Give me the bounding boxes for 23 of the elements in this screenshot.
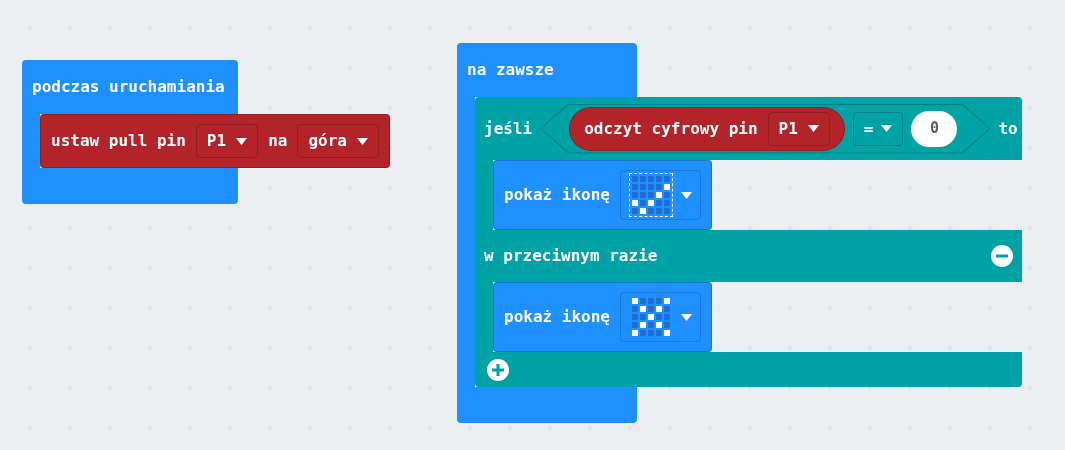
caret-icon: [807, 125, 819, 132]
number-field[interactable]: 0: [911, 110, 958, 147]
block-label: ustaw pull pin: [51, 130, 186, 152]
block-label: w przeciwnym razie: [484, 245, 658, 267]
block-label: na: [268, 130, 288, 152]
caret-icon: [680, 191, 692, 199]
block-label: na zawsze: [467, 59, 554, 81]
caret-icon: [356, 137, 368, 145]
add-icon[interactable]: [486, 357, 510, 382]
block-label: pokaż ikonę: [504, 306, 610, 328]
block-label: to: [998, 117, 1018, 140]
dropdown-field[interactable]: P1: [767, 111, 830, 146]
caret-icon: [236, 137, 248, 145]
block-label: pokaż ikonę: [504, 184, 610, 206]
block-label: odczyt cyfrowy pin: [584, 117, 758, 140]
icon-picker[interactable]: [619, 292, 701, 342]
caret-icon: [881, 125, 893, 132]
icon-picker[interactable]: [619, 170, 701, 220]
dropdown-field[interactable]: P1: [195, 124, 259, 158]
dropdown-field[interactable]: góra: [297, 124, 379, 158]
block-label: jeśli: [484, 117, 533, 140]
remove-icon[interactable]: [990, 244, 1014, 268]
block-label: podczas uruchamiania: [32, 76, 225, 98]
